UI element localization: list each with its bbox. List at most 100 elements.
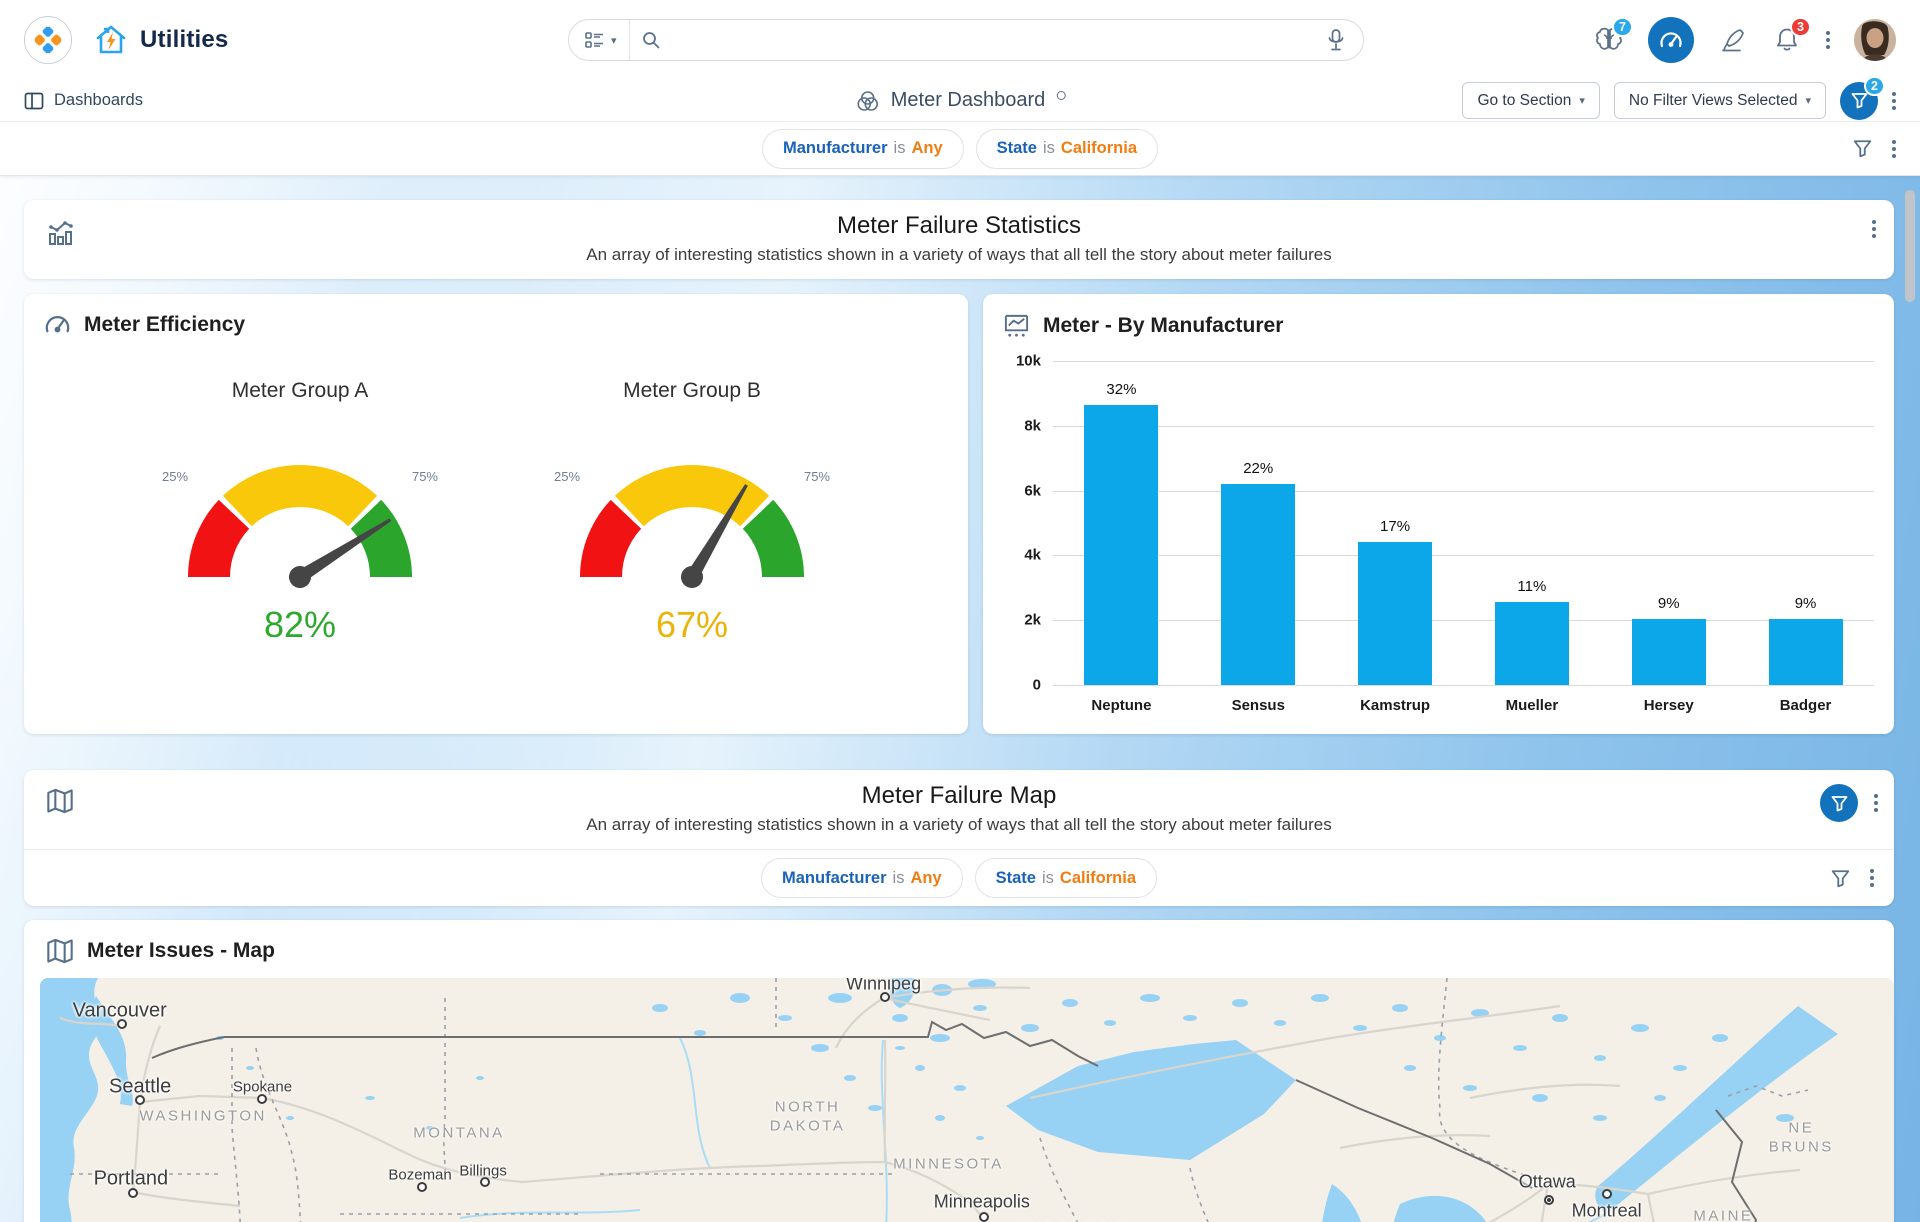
map-geography — [40, 978, 1894, 1222]
map-marker-ottawa[interactable] — [1544, 1195, 1554, 1205]
funnel-icon — [1851, 92, 1868, 109]
voice-search-button[interactable] — [1321, 25, 1351, 55]
x-axis-label: Mueller — [1463, 697, 1600, 714]
x-axis-label: Neptune — [1053, 697, 1190, 714]
bar-value-label: 9% — [1658, 595, 1680, 612]
x-axis-label: Kamstrup — [1327, 697, 1464, 714]
section-title: Meter Failure Statistics — [44, 212, 1874, 240]
search-icon — [642, 31, 660, 49]
map-city-label: Vancouver — [73, 1000, 167, 1023]
map-icon — [46, 788, 74, 819]
map-city-label: Spokane — [233, 1079, 292, 1096]
bar-hersey[interactable]: 9% — [1632, 619, 1706, 685]
gauges-container: Meter Group A 25% 75% 82%Meter Group B — [44, 379, 948, 646]
bar-mueller[interactable]: 11% — [1495, 602, 1569, 685]
ai-badge: 7 — [1612, 17, 1633, 37]
filter-pill[interactable]: StateisCalifornia — [976, 129, 1158, 169]
section-kebab-menu[interactable] — [1872, 220, 1876, 238]
gauge-title: Meter Group A — [150, 379, 450, 403]
y-axis-tick: 10k — [1016, 353, 1041, 370]
gauge-tick-low: 25% — [554, 469, 580, 484]
search-scope-selector[interactable]: ▾ — [569, 20, 630, 60]
y-axis-tick: 8k — [1024, 417, 1041, 434]
map-city-label: Winnipeg — [846, 978, 921, 994]
meter-issues-map-card: Meter Issues - Map — [24, 920, 1894, 1222]
bar-value-label: 17% — [1380, 518, 1410, 535]
map-marker-bozeman[interactable] — [417, 1182, 427, 1192]
section-subtitle: An array of interesting statistics shown… — [44, 815, 1874, 835]
bar-chart: 10k8k6k4k2k0 32% 22% 17% 11% 9% 9% — [1003, 361, 1874, 685]
breadcrumb-dashboards[interactable]: Dashboards — [24, 91, 143, 110]
dashboard-content: Meter Failure Statistics An array of int… — [0, 176, 1920, 1222]
filter-bar-kebab-menu[interactable] — [1892, 140, 1896, 158]
bar-kamstrup[interactable]: 17% — [1358, 542, 1432, 685]
filter-pill[interactable]: ManufacturerisAny — [762, 129, 964, 169]
notification-badge: 3 — [1790, 17, 1811, 37]
map-city-label: Bozeman — [388, 1166, 451, 1183]
map-marker-minneapolis[interactable] — [979, 1212, 989, 1222]
filter-count-badge: 2 — [1864, 76, 1885, 96]
map-filters-button[interactable] — [1820, 784, 1858, 822]
page-scrollbar[interactable] — [1905, 190, 1915, 302]
map-city-label: Ottawa — [1519, 1172, 1576, 1193]
y-axis-tick: 6k — [1024, 482, 1041, 499]
y-axis-tick: 0 — [1033, 677, 1041, 694]
gauge-icon — [44, 312, 71, 337]
filter-pills-bar: ManufacturerisAny StateisCalifornia — [0, 122, 1920, 176]
gauge-value: 67% — [542, 604, 842, 646]
map-canvas[interactable]: Vancouver Seattle Spokane Portland Bozem… — [40, 978, 1894, 1222]
global-search[interactable]: ▾ — [568, 19, 1364, 61]
gauge-tick-low: 25% — [162, 469, 188, 484]
notifications-button[interactable]: 3 — [1772, 25, 1802, 55]
dashboards-icon — [24, 92, 44, 110]
map-filter-pills: ManufacturerisAny StateisCalifornia — [761, 858, 1157, 898]
meter-efficiency-card: Meter Efficiency Meter Group A 25% 75% 8… — [24, 294, 968, 734]
page-title-group: Meter Dashboard — [855, 89, 1066, 113]
ai-assistant-button[interactable]: 7 — [1594, 25, 1624, 55]
filter-pill[interactable]: StateisCalifornia — [975, 858, 1157, 898]
map-region-label: MINNESOTA — [893, 1154, 1004, 1174]
funnel-icon[interactable] — [1853, 139, 1872, 158]
map-city-label: Portland — [94, 1168, 169, 1191]
active-filters-button[interactable]: 2 — [1840, 82, 1878, 120]
bar-neptune[interactable]: 32% — [1084, 405, 1158, 685]
funnel-icon — [1831, 795, 1848, 812]
map-city-label: Minneapolis — [934, 1191, 1030, 1212]
dashboard-toolbar: Dashboards Meter Dashboard Go to Section… — [0, 80, 1920, 122]
pinwheel-logo-icon — [35, 27, 61, 53]
quill-pen-icon — [1720, 27, 1746, 53]
x-axis-label: Sensus — [1190, 697, 1327, 714]
dashboard-mode-button[interactable] — [1648, 17, 1694, 63]
microphone-icon — [1328, 29, 1344, 51]
toolbar-kebab-menu[interactable] — [1892, 92, 1896, 110]
gauge: Meter Group A 25% 75% 82% — [150, 379, 450, 646]
page-title: Meter Dashboard — [891, 89, 1046, 112]
bar-sensus[interactable]: 22% — [1221, 484, 1295, 685]
funnel-icon[interactable] — [1831, 869, 1850, 888]
signature-button[interactable] — [1718, 25, 1748, 55]
plot-area: 32% 22% 17% 11% 9% 9% — [1053, 361, 1874, 685]
app-launcher-button[interactable] — [24, 16, 72, 64]
gauge-value: 82% — [150, 604, 450, 646]
y-axis: 10k8k6k4k2k0 — [1003, 361, 1053, 685]
map-region-label: NORTHDAKOTA — [770, 1097, 846, 1136]
map-section-kebab-menu[interactable] — [1874, 794, 1878, 812]
y-axis-tick: 4k — [1024, 547, 1041, 564]
filter-pill[interactable]: ManufacturerisAny — [761, 858, 963, 898]
section-title: Meter Failure Map — [44, 782, 1874, 810]
header-kebab-menu[interactable] — [1826, 31, 1830, 49]
map-pills-kebab-menu[interactable] — [1870, 869, 1874, 887]
app-identity: Utilities — [94, 24, 228, 56]
map-city-label: Seattle — [109, 1076, 171, 1099]
filter-views-dropdown[interactable]: No Filter Views Selected▾ — [1614, 82, 1826, 119]
user-avatar[interactable] — [1854, 19, 1896, 61]
search-input[interactable] — [660, 31, 1321, 49]
map-region-label: MAINE — [1693, 1206, 1753, 1222]
go-to-section-button[interactable]: Go to Section▾ — [1462, 82, 1599, 119]
gauge-chart — [552, 429, 832, 589]
map-marker-montreal[interactable] — [1602, 1189, 1612, 1199]
bar-value-label: 32% — [1106, 381, 1136, 398]
map-city-label: Billings — [459, 1163, 507, 1180]
info-icon[interactable] — [1056, 91, 1065, 100]
bar-badger[interactable]: 9% — [1769, 619, 1843, 685]
